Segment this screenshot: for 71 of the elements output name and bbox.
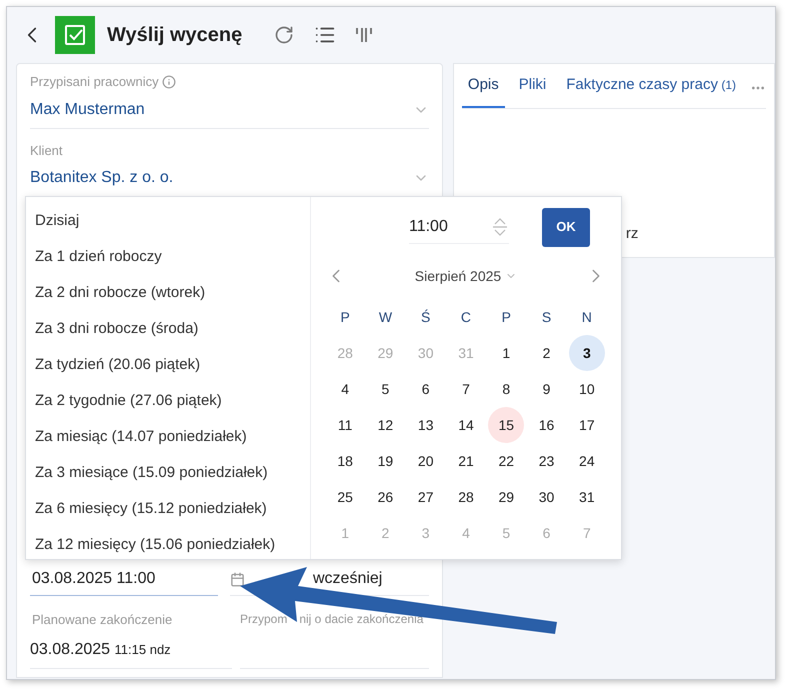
ok-button[interactable]: OK [542, 208, 590, 246]
calendar-day[interactable]: 31 [568, 479, 605, 515]
quick-date-option[interactable]: Dzisiaj [26, 203, 310, 239]
weekday-label: Ś [420, 308, 432, 326]
calendar-day[interactable]: 8 [488, 371, 524, 407]
calendar-day[interactable]: 15 [488, 407, 524, 443]
tab[interactable]: Faktyczne czasy pracy (1) [560, 74, 742, 108]
calendar-day[interactable]: 10 [568, 371, 605, 407]
field-label: Przypom [240, 611, 288, 628]
calendar-day[interactable]: 28 [448, 479, 484, 515]
start-date-field[interactable]: 03.08.2025 11:00 [30, 567, 218, 596]
calendar-day[interactable]: 21 [448, 443, 484, 479]
calendar-day[interactable]: 7 [448, 371, 484, 407]
calendar-day[interactable]: 12 [367, 407, 404, 443]
weekday-label: S [540, 308, 552, 326]
tab[interactable]: Opis [462, 74, 505, 108]
calendar-day[interactable]: 24 [568, 443, 605, 479]
select-field[interactable]: Botanitex Sp. z o. o. [30, 166, 429, 190]
calendar-day[interactable]: 1 [488, 335, 524, 371]
end-date-field[interactable]: 03.08.2025 11:15 ndz [30, 638, 232, 662]
refresh-icon[interactable] [274, 25, 294, 45]
weekday-label: W [378, 308, 394, 326]
time-field[interactable]: 11:00 [409, 210, 509, 244]
quick-date-option[interactable]: Za miesiąc (14.07 poniedziałek) [26, 419, 310, 455]
calendar-day[interactable]: 14 [448, 407, 484, 443]
calendar-day[interactable]: 19 [367, 443, 404, 479]
calendar-day[interactable]: 13 [408, 407, 444, 443]
weekday-label: C [460, 308, 472, 326]
calendar-day[interactable]: 23 [528, 443, 565, 479]
field-label: nij o dacie zakończenia [299, 611, 424, 628]
calendar-day[interactable]: 26 [367, 479, 404, 515]
tab[interactable]: Pliki [512, 74, 552, 108]
calendar-day[interactable]: 17 [568, 407, 605, 443]
weekday-label: N [580, 308, 593, 326]
calendar-day[interactable]: 4 [327, 371, 364, 407]
field-label: Przypisani pracownicy [30, 73, 159, 91]
quick-date-option[interactable]: Za tydzień (20.06 piątek) [26, 347, 310, 383]
weekday-label: P [500, 308, 512, 326]
description-text: rz [626, 224, 638, 244]
calendar-day[interactable]: 30 [528, 479, 565, 515]
info-icon[interactable] [162, 74, 176, 89]
calendar-day[interactable]: 3 [568, 335, 605, 371]
month-selector[interactable]: Sierpień 2025 [414, 266, 518, 286]
quick-date-option[interactable]: Za 2 dni robocze (wtorek) [26, 275, 310, 311]
calendar-day[interactable]: 16 [528, 407, 565, 443]
weekday-label: P [339, 308, 351, 326]
quick-date-option[interactable]: Za 12 miesięcy (15.06 poniedziałek) [26, 527, 310, 563]
calendar-day[interactable]: 22 [488, 443, 524, 479]
quick-date-option[interactable]: Za 6 miesięcy (15.12 poniedziałek) [26, 491, 310, 527]
calendar-day[interactable]: 11 [327, 407, 364, 443]
barcode-icon[interactable] [354, 26, 374, 44]
calendar-day[interactable]: 6 [408, 371, 444, 407]
quick-date-option[interactable]: Za 1 dzień roboczy [26, 239, 310, 275]
field-label: Klient [30, 142, 63, 160]
calendar-day[interactable]: 2 [528, 335, 565, 371]
task-icon [55, 16, 95, 54]
calendar-day[interactable]: 29 [488, 479, 524, 515]
calendar-day[interactable]: 5 [367, 371, 404, 407]
calendar-day[interactable]: 9 [528, 371, 565, 407]
quick-date-option[interactable]: Za 3 miesiące (15.09 poniedziałek) [26, 455, 310, 491]
quick-date-option[interactable]: Za 2 tygodnie (27.06 piątek) [26, 383, 310, 419]
page-title: Wyślij wycenę [107, 23, 242, 48]
select-field[interactable]: Max Musterman [30, 98, 429, 122]
calendar-day[interactable]: 20 [408, 443, 444, 479]
quick-date-option[interactable]: Za 3 dni robocze (środa) [26, 311, 310, 347]
field-label: Planowane zakończenie [31, 611, 174, 629]
calendar-day[interactable]: 25 [327, 479, 364, 515]
calendar-icon[interactable] [230, 572, 245, 586]
calendar-day[interactable]: 27 [408, 479, 444, 515]
reminder-text: wcześniej [313, 569, 382, 589]
calendar-day[interactable]: 18 [327, 443, 364, 479]
